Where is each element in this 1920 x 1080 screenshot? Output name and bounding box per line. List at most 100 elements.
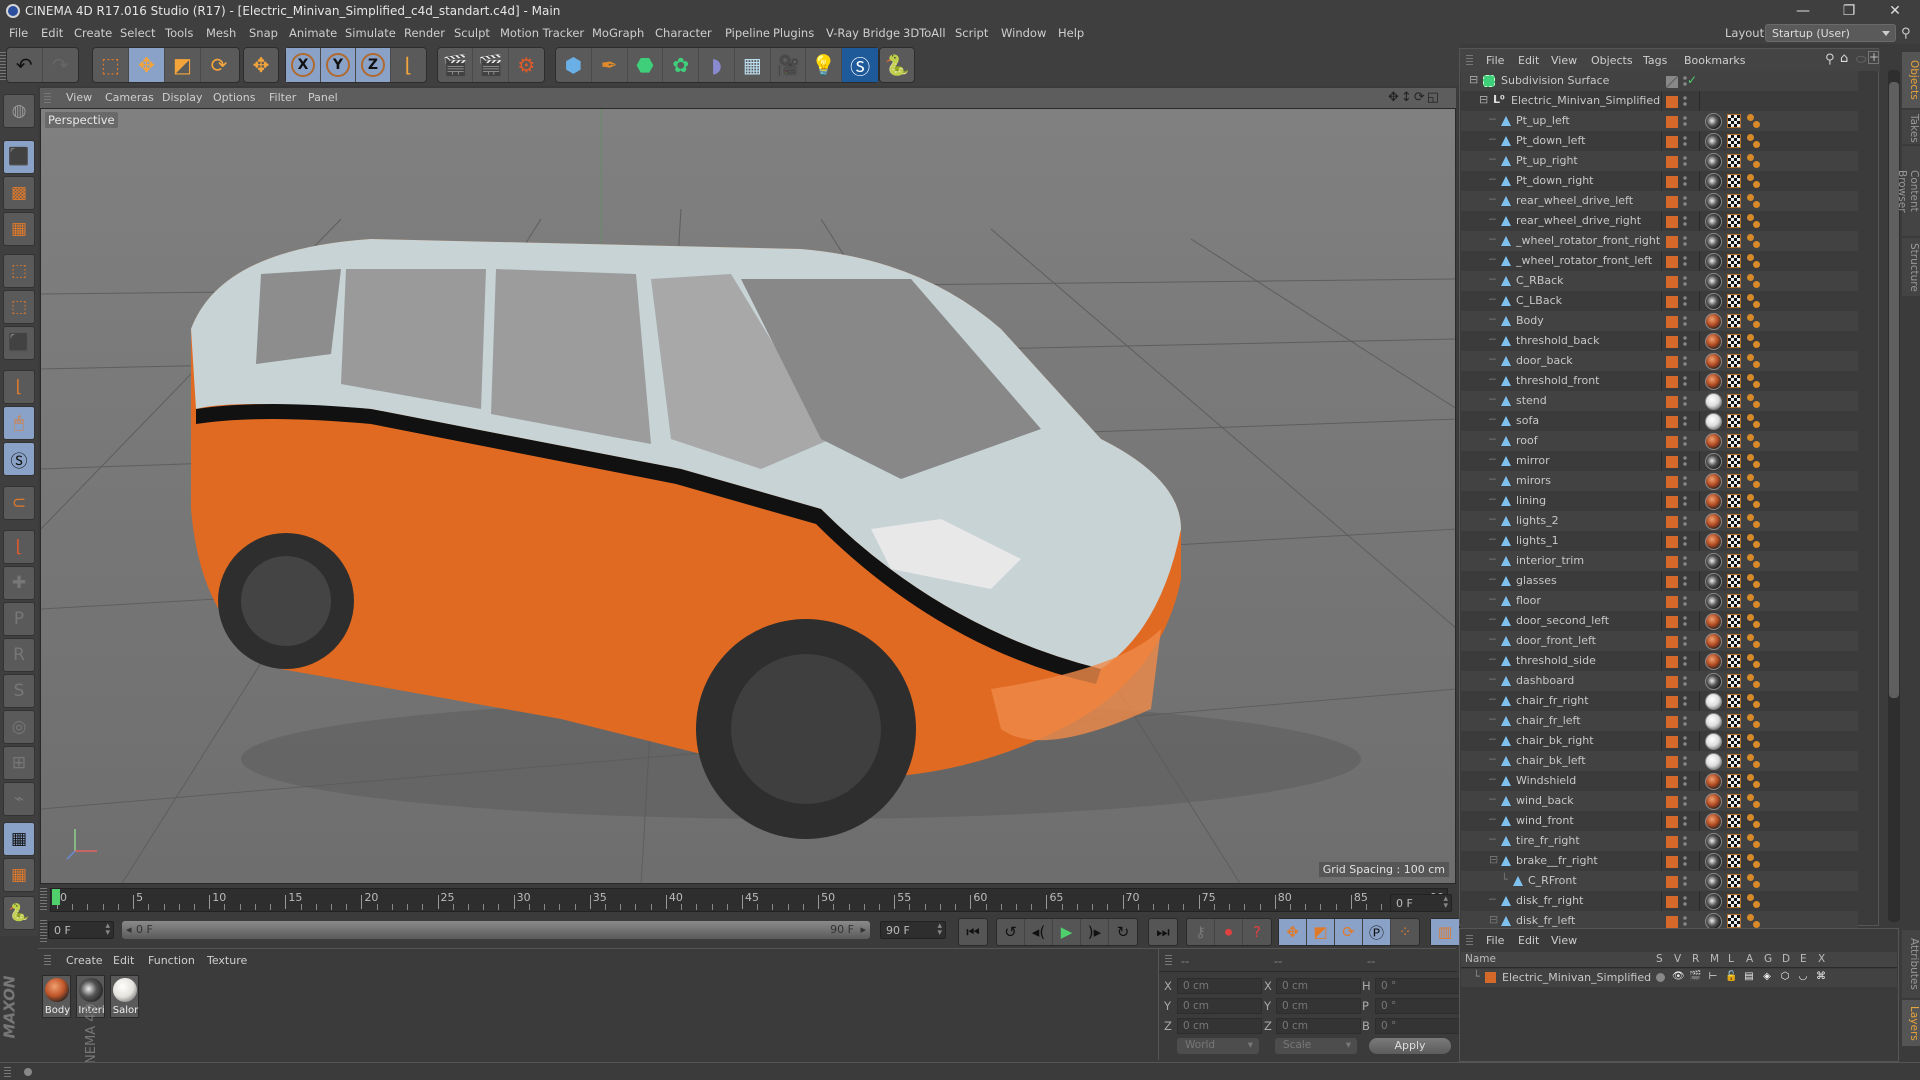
- object-name[interactable]: C_RBack: [1516, 274, 1564, 287]
- layer-color-swatch[interactable]: [1666, 656, 1678, 668]
- visibility-dots-icon[interactable]: [1683, 555, 1687, 567]
- visibility-dots-icon[interactable]: [1683, 115, 1687, 127]
- layer-menu-view[interactable]: View: [1551, 934, 1577, 947]
- viewport-grip[interactable]: [44, 93, 51, 103]
- step-forward-button[interactable]: )▸: [1081, 919, 1109, 945]
- viewport-menu-cameras[interactable]: Cameras: [105, 91, 154, 104]
- menu-select[interactable]: Select: [120, 26, 155, 40]
- make-editable-button[interactable]: ◍: [3, 94, 35, 128]
- object-name[interactable]: interior_trim: [1516, 554, 1584, 567]
- object-menu-objects[interactable]: Objects: [1591, 54, 1633, 67]
- render-picture-viewer-button[interactable]: 🎬: [473, 48, 509, 82]
- coordinate-manager-grip[interactable]: [1165, 955, 1172, 965]
- phong-tag-icon[interactable]: [1746, 833, 1762, 849]
- object-row[interactable]: ─ Body: [1461, 311, 1858, 331]
- object-menu-view[interactable]: View: [1551, 54, 1577, 67]
- render-settings-button[interactable]: ⚙: [509, 48, 544, 82]
- visibility-dots-icon[interactable]: [1683, 295, 1687, 307]
- uvw-tag-icon[interactable]: [1727, 774, 1741, 788]
- object-name[interactable]: Pt_up_left: [1516, 114, 1570, 127]
- spinner-icon[interactable]: ▴ ▾: [105, 922, 110, 938]
- material-tag-icon[interactable]: [1705, 633, 1722, 650]
- menu-vray-bridge[interactable]: V-Ray Bridge: [826, 26, 900, 40]
- cube-button[interactable]: ⬢: [556, 48, 592, 82]
- visibility-dots-icon[interactable]: [1683, 895, 1687, 907]
- object-row[interactable]: ─ rear_wheel_drive_right: [1461, 211, 1858, 231]
- phong-tag-icon[interactable]: [1746, 293, 1762, 309]
- pos-x-field[interactable]: 0 cm: [1177, 978, 1262, 994]
- visibility-dots-icon[interactable]: [1683, 515, 1687, 527]
- visibility-dots-icon[interactable]: [1683, 195, 1687, 207]
- object-name[interactable]: disk_fr_right: [1516, 894, 1583, 907]
- object-menu-file[interactable]: File: [1486, 54, 1504, 67]
- zoom-dolly-icon[interactable]: ↕: [1401, 90, 1414, 105]
- menu-plugins[interactable]: Plugins: [773, 26, 814, 40]
- menu-mesh[interactable]: Mesh: [206, 26, 236, 40]
- object-name[interactable]: glasses: [1516, 574, 1557, 587]
- visibility-dots-icon[interactable]: [1683, 875, 1687, 887]
- rotate-tool-button[interactable]: ⟳: [201, 48, 237, 82]
- viewport-menu-panel[interactable]: Panel: [308, 91, 338, 104]
- column-manager[interactable]: M: [1710, 953, 1719, 965]
- material-menu-create[interactable]: Create: [66, 954, 103, 967]
- collapse-icon[interactable]: ⊟: [1469, 73, 1478, 86]
- rot-h-field[interactable]: 0 °: [1375, 978, 1460, 994]
- object-name[interactable]: chair_fr_left: [1516, 714, 1581, 727]
- material-tag-icon[interactable]: [1705, 693, 1722, 710]
- model-mode-button[interactable]: ⬛: [3, 140, 35, 174]
- layer-color-swatch[interactable]: [1666, 696, 1678, 708]
- phong-tag-icon[interactable]: [1746, 373, 1762, 389]
- tab-layers[interactable]: Layers: [1902, 1000, 1920, 1046]
- column-name[interactable]: Name: [1465, 953, 1496, 965]
- toggle-layout-icon[interactable]: ◱: [1427, 90, 1441, 105]
- uvw-tag-icon[interactable]: [1727, 794, 1741, 808]
- layer-color-swatch[interactable]: [1666, 676, 1678, 688]
- visibility-dots-icon[interactable]: [1683, 595, 1687, 607]
- material-tag-icon[interactable]: [1705, 733, 1722, 750]
- material-tag-icon[interactable]: [1705, 213, 1722, 230]
- object-name[interactable]: Pt_down_right: [1516, 174, 1593, 187]
- move-tool-button[interactable]: ✥: [129, 48, 165, 82]
- apply-button[interactable]: Apply: [1369, 1038, 1451, 1054]
- visibility-dots-icon[interactable]: [1683, 855, 1687, 867]
- object-name[interactable]: C_LBack: [1516, 294, 1562, 307]
- visibility-dots-icon[interactable]: [1683, 635, 1687, 647]
- visibility-dots-icon[interactable]: [1683, 475, 1687, 487]
- uvw-tag-icon[interactable]: [1727, 154, 1741, 168]
- material-tag-icon[interactable]: [1705, 573, 1722, 590]
- close-button[interactable]: ✕: [1872, 0, 1918, 22]
- uvw-tag-icon[interactable]: [1727, 654, 1741, 668]
- object-row[interactable]: ─ wind_front: [1461, 811, 1858, 831]
- object-row[interactable]: ─ floor: [1461, 591, 1858, 611]
- phong-tag-icon[interactable]: [1746, 453, 1762, 469]
- object-name[interactable]: lights_2: [1516, 514, 1559, 527]
- visibility-dots-icon[interactable]: [1683, 435, 1687, 447]
- tab-takes[interactable]: Takes: [1902, 110, 1920, 144]
- material-tag-icon[interactable]: [1705, 873, 1722, 890]
- column-locked[interactable]: L: [1728, 953, 1734, 965]
- key-position-toggle[interactable]: ✥: [1279, 919, 1307, 945]
- object-row[interactable]: ─ Pt_down_right: [1461, 171, 1858, 191]
- undo-button[interactable]: ↶: [7, 48, 43, 82]
- size-z-field[interactable]: 0 cm: [1276, 1018, 1361, 1034]
- tab-content-browser[interactable]: Content Browser: [1896, 146, 1920, 236]
- viewport-menu-filter[interactable]: Filter: [269, 91, 296, 104]
- object-row-group[interactable]: ⊟ L⁰ Electric_Minivan_Simplified: [1461, 91, 1858, 111]
- object-row[interactable]: ─ lining: [1461, 491, 1858, 511]
- object-manager-grip[interactable]: [1466, 55, 1473, 65]
- object-name[interactable]: Pt_up_right: [1516, 154, 1578, 167]
- material-tag-icon[interactable]: [1705, 353, 1722, 370]
- object-name[interactable]: rear_wheel_drive_right: [1516, 214, 1641, 227]
- goto-previous-key-button[interactable]: ↺: [997, 919, 1025, 945]
- material-tag-icon[interactable]: [1705, 893, 1722, 910]
- phong-tag-icon[interactable]: [1746, 893, 1762, 909]
- texture-mode-button[interactable]: ▩: [3, 176, 35, 210]
- spinner-icon[interactable]: ▴ ▾: [1443, 895, 1448, 911]
- material-tag-icon[interactable]: [1705, 533, 1722, 550]
- material-tag-icon[interactable]: [1705, 793, 1722, 810]
- visibility-dots-icon[interactable]: [1683, 135, 1687, 147]
- live-selection-button[interactable]: ⬚: [93, 48, 129, 82]
- object-name[interactable]: Windshield: [1516, 774, 1576, 787]
- visibility-dots-icon[interactable]: [1683, 535, 1687, 547]
- material-tag-icon[interactable]: [1705, 133, 1722, 150]
